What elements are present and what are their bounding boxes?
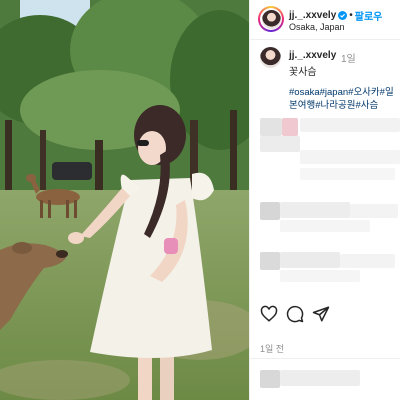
header-username[interactable]: jj._.xxvely [289,10,336,21]
caption-avatar[interactable] [260,47,281,68]
post-side-panel: jj._.xxvely • 팔로우 Osaka, Japan jj._.xxve… [249,0,400,400]
caption-time: 1일 [341,54,356,65]
caption-hashtags[interactable]: #osaka#japan#오사카#일본여행#나라공원#사슴 [289,86,400,112]
divider [250,358,400,359]
profile-avatar[interactable] [258,6,284,32]
follow-button[interactable]: 팔로우 [355,8,383,23]
comment-icon[interactable] [286,305,304,323]
heart-icon[interactable] [260,305,278,323]
post-photo[interactable] [0,0,249,400]
post-header: jj._.xxvely • 팔로우 Osaka, Japan [250,0,400,40]
send-icon[interactable] [312,305,330,323]
separator-dot: • [349,10,353,21]
location-link[interactable]: Osaka, Japan [289,22,345,32]
header-username-row: jj._.xxvely • 팔로우 [289,8,382,23]
post-actions [250,300,400,328]
post-time-ago: 1일 전 [260,344,285,354]
caption-username[interactable]: jj._.xxvely [289,50,336,61]
caption-text: 꽃사슴 [289,67,317,78]
verified-badge-icon [338,11,348,20]
